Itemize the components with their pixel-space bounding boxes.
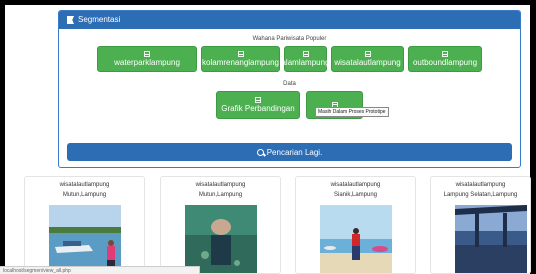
card-location: Lampung Selatan,Lampung <box>443 192 518 198</box>
destination-card[interactable]: wisatalautlampung Mutun,Lampung <box>24 176 145 274</box>
tooltip: Masih Dalam Proses Prototipe <box>315 107 389 117</box>
data-buttons: Grafik Perbandingan Masih Dalam Proses P… <box>59 91 520 119</box>
prototype-button[interactable]: Masih Dalam Proses Prototipe <box>306 91 389 119</box>
button-outboundlampung[interactable]: outboundlampung <box>408 46 482 72</box>
button-alamlampung[interactable]: alamlampung <box>281 46 330 72</box>
button-wisatalautlampung[interactable]: wisatalautlampung <box>331 46 404 72</box>
button-waterparklampung[interactable]: waterparklampung <box>97 46 197 72</box>
card-category: wisatalautlampung <box>195 182 246 188</box>
list-icon <box>255 97 261 103</box>
button-kolamrenanglampung[interactable]: kolamrenanglampung <box>201 46 280 72</box>
section-label-data: Data <box>283 81 296 87</box>
category-buttons: waterparklampung kolamrenanglampung alam… <box>59 46 520 72</box>
grafik-perbandingan-button[interactable]: Grafik Perbandingan <box>216 91 300 119</box>
list-icon <box>144 51 150 57</box>
card-photo <box>49 205 121 273</box>
panel-title: Segmentasi <box>78 15 121 24</box>
destination-card[interactable]: wisatalautlampung Sianik,Lampung <box>295 176 416 274</box>
search-icon <box>256 148 264 156</box>
card-category: wisatalautlampung <box>330 182 381 188</box>
status-bar-url: localhost/segmen/view_all.php <box>0 266 200 274</box>
card-location: Mutun,Lampung <box>62 192 107 198</box>
section-label-popular: Wahana Pariwisata Populer <box>252 36 327 42</box>
card-category: wisatalautlampung <box>59 182 110 188</box>
card-location: Sianik,Lampung <box>333 192 378 198</box>
destination-card[interactable]: wisatalautlampung Mutun,Lampung <box>160 176 281 274</box>
segmentasi-panel: Segmentasi Wahana Pariwisata Populer wat… <box>58 10 521 168</box>
card-photo <box>455 205 527 273</box>
list-icon <box>364 51 371 57</box>
card-photo <box>185 205 257 273</box>
card-photo <box>320 205 392 273</box>
list-icon <box>442 51 448 57</box>
search-again-button[interactable]: Pencarian Lagi. <box>67 143 512 161</box>
destination-card[interactable]: wisatalautlampung Lampung Selatan,Lampun… <box>430 176 531 274</box>
card-location: Mutun,Lampung <box>198 192 243 198</box>
list-icon <box>237 51 244 57</box>
card-category: wisatalautlampung <box>455 182 506 188</box>
panel-header: Segmentasi <box>59 11 520 29</box>
list-icon <box>302 51 309 57</box>
bookmark-icon <box>67 16 74 24</box>
